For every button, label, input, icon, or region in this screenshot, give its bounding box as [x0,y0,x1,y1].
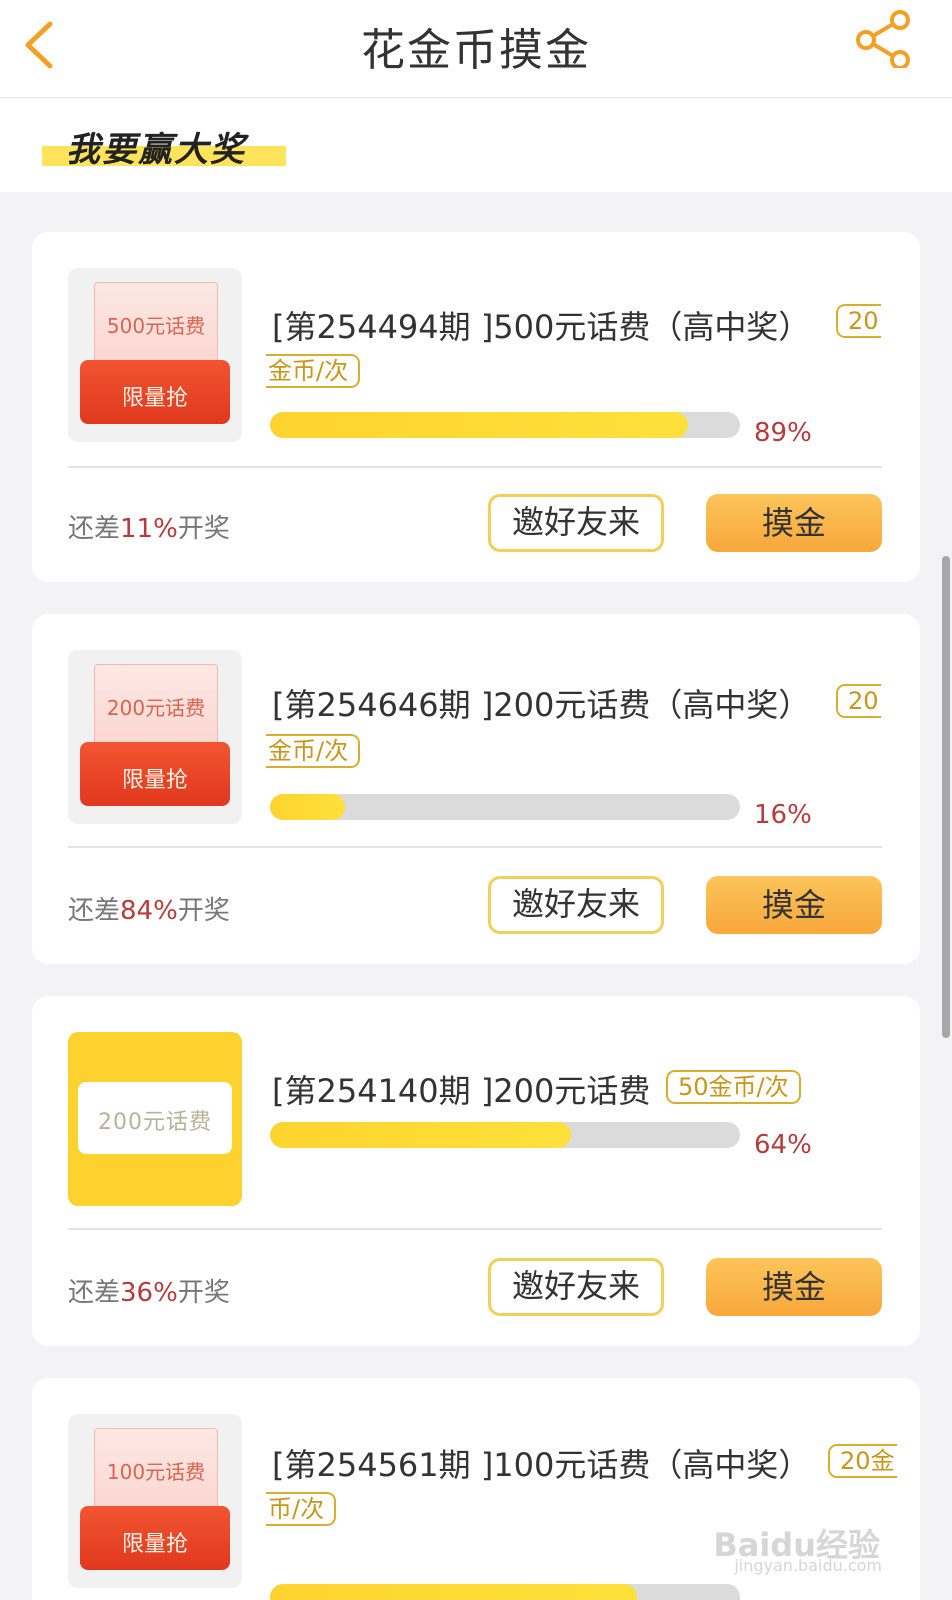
progress-fill [270,794,346,820]
progress-percent: 16% [754,800,812,830]
progress-fill [270,1584,637,1600]
remain-text: 还差36%开奖 [68,1272,230,1309]
remain-value: 36% [120,1278,178,1308]
prize-card: 200元话费 限量抢 [第254646期 ]200元话费（高中奖） 20 金币/… [32,614,920,964]
thumb-label: 200元话费 [98,1110,212,1135]
cost-badge-cont: 金币/次 [266,734,361,768]
invite-friends-button[interactable]: 邀好友来 [488,494,664,552]
scrollbar[interactable] [942,556,950,1038]
progress-bar [270,794,740,820]
remain-text: 还差84%开奖 [68,890,230,927]
thumb-badge: 限量抢 [121,768,188,793]
section-header: 我要赢大奖 [0,98,952,192]
prize-card: 500元话费 限量抢 [第254494期 ]500元话费（高中奖） 20 金币/… [32,232,920,582]
remain-prefix: 还差 [68,896,121,926]
prize-thumbnail: 500元话费 限量抢 [68,268,242,442]
cost-badge: 50金币/次 [666,1070,801,1104]
top-nav-bar: 花金币摸金 [0,0,952,98]
remain-prefix: 还差 [68,1278,121,1308]
invite-friends-button[interactable]: 邀好友来 [488,876,664,934]
prize-thumbnail: 100元话费 限量抢 [68,1414,242,1588]
prize-title: [第254494期 ]500元话费（高中奖） [272,308,811,346]
divider [68,466,882,468]
remain-suffix: 开奖 [177,896,230,926]
cost-badge-cont: 金币/次 [266,354,361,388]
progress-bar [270,1584,740,1600]
thumb-label: 500元话费 [106,314,206,338]
progress-fill [270,1122,571,1148]
remain-value: 84% [120,896,178,926]
touch-gold-button[interactable]: 摸金 [706,494,882,552]
remain-value: 11% [120,514,178,544]
progress-bar [270,412,740,438]
progress-bar [270,1122,740,1148]
page-title: 花金币摸金 [361,25,591,76]
prize-title: [第254646期 ]200元话费（高中奖） [272,686,811,724]
touch-gold-button[interactable]: 摸金 [706,876,882,934]
prize-thumbnail: 200元话费 限量抢 [68,650,242,824]
cost-badge-cont: 币/次 [266,1492,337,1526]
thumb-badge: 限量抢 [121,1532,188,1557]
divider [68,846,882,848]
watermark-url: jingyan.baidu.com [734,1556,882,1575]
divider [68,1228,882,1230]
prize-card: 200元话费 [第254140期 ]200元话费 50金币/次 64% 还差36… [32,996,920,1346]
cost-badge: 20 [836,684,881,718]
progress-percent: 89% [754,418,812,448]
prize-title: [第254140期 ]200元话费 [272,1072,651,1110]
remain-suffix: 开奖 [177,1278,230,1308]
progress-fill [270,412,689,438]
prize-thumbnail: 200元话费 [68,1032,242,1206]
remain-text: 还差11%开奖 [68,508,230,545]
remain-suffix: 开奖 [177,514,230,544]
cost-badge: 20 [836,304,881,338]
section-title: 我要赢大奖 [66,130,246,170]
touch-gold-button[interactable]: 摸金 [706,1258,882,1316]
thumb-badge: 限量抢 [121,386,188,411]
progress-percent: 64% [754,1130,812,1160]
thumb-label: 200元话费 [106,696,206,720]
cost-badge: 20金 [828,1444,897,1478]
invite-friends-button[interactable]: 邀好友来 [488,1258,664,1316]
prize-title: [第254561期 ]100元话费（高中奖） [272,1446,811,1484]
remain-prefix: 还差 [68,514,121,544]
thumb-label: 100元话费 [106,1460,206,1484]
share-icon[interactable] [854,8,914,68]
